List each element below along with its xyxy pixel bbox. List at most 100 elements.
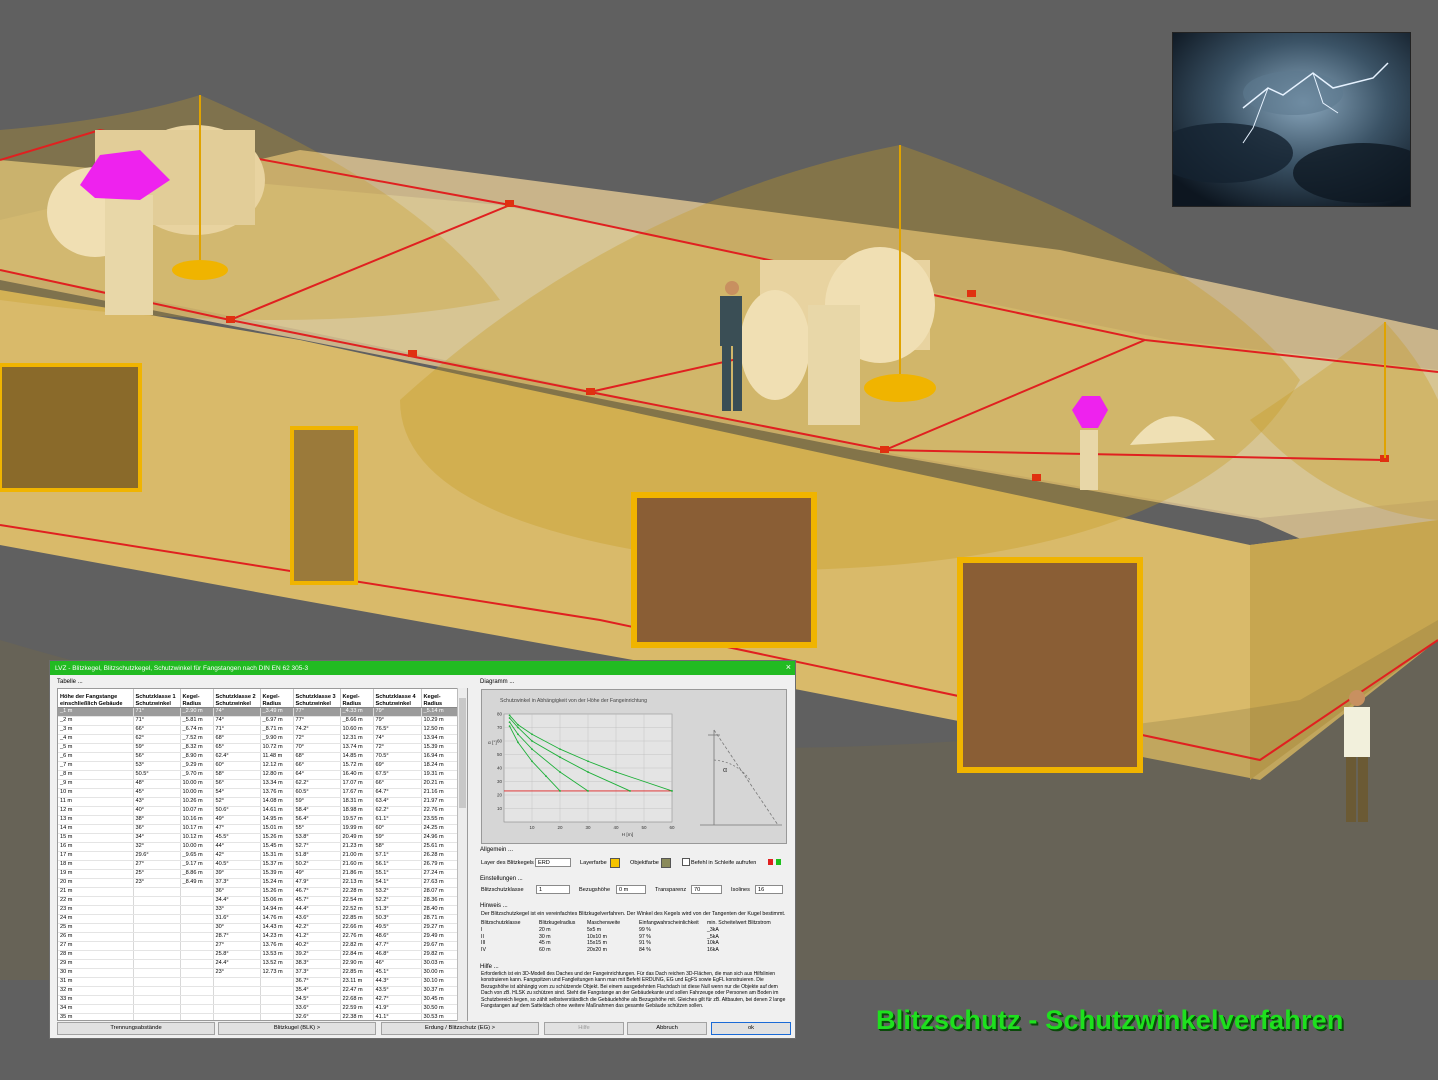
table-cell: 12.31 m: [340, 734, 374, 744]
table-cell: 26 m: [58, 932, 134, 942]
layer-color-swatch[interactable]: [610, 858, 620, 868]
table-cell: 15.72 m: [340, 761, 374, 771]
table-cell: 14 m: [58, 824, 134, 834]
erdung-button[interactable]: Erdung / Blitzschutz (EG) >: [381, 1022, 539, 1035]
table-cell: 51.8°: [293, 851, 341, 861]
table-cell: 24.25 m: [421, 824, 458, 834]
table-cell: 45.7°: [293, 896, 341, 906]
scrollbar-thumb[interactable]: [459, 698, 466, 808]
blitzkugel-button[interactable]: Blitzkugel (BLK) >: [218, 1022, 376, 1035]
table-cell: 28.71 m: [421, 914, 458, 924]
table-cell: 46.7°: [293, 887, 341, 897]
layer-input[interactable]: ERD: [535, 858, 571, 867]
table-row[interactable]: 30 m 23° 12.73 m 37.3° 22.85 m 45.1° 30.00 m: [58, 968, 458, 978]
table-row[interactable]: 33 m 34.5° 22.68 m 42.7° 30.45 m: [58, 995, 458, 1005]
table-row[interactable]: _7 m 53° _9.29 m 60° 12.12 m 66° 15.72 m 69° 18.…: [58, 761, 458, 771]
column-header: Kegel-Radius: [260, 689, 294, 708]
table-cell: 14.23 m: [260, 932, 294, 942]
table-row[interactable]: 17 m 29.6° _9.65 m 42° 15.31 m 51.8° 21.00 m 57…: [58, 851, 458, 861]
transparenz-input[interactable]: 70: [691, 885, 722, 894]
trennungsabstaende-button[interactable]: Trennungsabstände: [57, 1022, 215, 1035]
table-cell: 41.1°: [373, 1013, 422, 1020]
table-cell: 24.96 m: [421, 833, 458, 843]
table-row[interactable]: 18 m 27° _9.17 m 40.5° 15.37 m 50.2° 21.60 m 56…: [58, 860, 458, 870]
table-row[interactable]: _9 m 48° 10.00 m 56° 13.34 m 62.2° 17.07 m 66° 2…: [58, 779, 458, 789]
table-cell: [260, 1013, 294, 1020]
table-row[interactable]: 24 m 31.6° 14.76 m 43.6° 22.85 m 50.3° 28.71 m: [58, 914, 458, 924]
loop-checkbox[interactable]: [682, 858, 690, 866]
table-cell: 31.6°: [213, 914, 261, 924]
table-cell: 42°: [213, 851, 261, 861]
table-row[interactable]: 13 m 38° 10.16 m 49° 14.95 m 56.4° 19.57 m 61.1…: [58, 815, 458, 825]
close-icon[interactable]: ×: [786, 662, 791, 672]
table-row[interactable]: _3 m 66° _6.74 m 71° _8.71 m 74.2° 10.60 m 76.5…: [58, 725, 458, 735]
angle-table[interactable]: Höhe der Fangstange einschließlich Gebäu…: [57, 688, 468, 1021]
table-scrollbar[interactable]: [457, 688, 467, 1021]
table-cell: 60°: [373, 824, 422, 834]
table-row[interactable]: _1 m 71° _2.90 m 74° _3.49 m 77° _4.33 m 79° _5.…: [58, 707, 458, 717]
bezugshoehe-input[interactable]: 0 m: [616, 885, 646, 894]
table-row[interactable]: 25 m 30° 14.43 m 42.2° 22.66 m 49.5° 29.27 m: [58, 923, 458, 933]
table-row[interactable]: 26 m 28.7° 14.23 m 41.2° 22.76 m 48.6° 29.49 m: [58, 932, 458, 942]
table-row[interactable]: 34 m 33.6° 22.59 m 41.9° 30.50 m: [58, 1004, 458, 1014]
table-cell: 30.10 m: [421, 977, 458, 987]
table-row[interactable]: 22 m 34.4° 15.06 m 45.7° 22.54 m 52.2° 28.36 m: [58, 896, 458, 906]
table-row[interactable]: 15 m 34° 10.12 m 45.5° 15.26 m 53.8° 20.49 m 59…: [58, 833, 458, 843]
table-cell: _3.49 m: [260, 707, 294, 717]
table-cell: 28 m: [58, 950, 134, 960]
table-row[interactable]: 19 m 25° _8.86 m 39° 15.39 m 49° 21.86 m 55.1° 2…: [58, 869, 458, 879]
table-cell: [260, 977, 294, 987]
table-row[interactable]: 29 m 24.4° 13.52 m 38.3° 22.90 m 46° 30.03 m: [58, 959, 458, 969]
blitzschutzklasse-input[interactable]: 1: [536, 885, 570, 894]
table-row[interactable]: _4 m 62° _7.52 m 68° _9.90 m 72° 12.31 m 74° 13.…: [58, 734, 458, 744]
table-row[interactable]: _8 m 50.5° _9.70 m 58° 12.80 m 64° 16.40 m 67.5…: [58, 770, 458, 780]
table-cell: 14.43 m: [260, 923, 294, 933]
table-cell: 50.6°: [213, 806, 261, 816]
table-cell: _8.86 m: [180, 869, 214, 879]
table-row[interactable]: 16 m 32° 10.00 m 44° 15.45 m 52.7° 21.23 m 58° 2…: [58, 842, 458, 852]
table-cell: 15.39 m: [260, 869, 294, 879]
table-row[interactable]: 35 m 32.6° 22.38 m 41.1° 30.53 m: [58, 1013, 458, 1020]
table-cell: [133, 941, 181, 951]
table-row[interactable]: 11 m 43° 10.26 m 52° 14.08 m 59° 18.31 m 63.4° 2…: [58, 797, 458, 807]
table-row[interactable]: 14 m 36° 10.17 m 47° 15.01 m 55° 19.99 m 60° 24.…: [58, 824, 458, 834]
ok-button[interactable]: ok: [711, 1022, 791, 1035]
hilfe-button[interactable]: Hilfe: [544, 1022, 624, 1035]
table-cell: 11.48 m: [260, 752, 294, 762]
table-row[interactable]: 32 m 35.4° 22.47 m 43.5° 30.37 m: [58, 986, 458, 996]
table-cell: 28.36 m: [421, 896, 458, 906]
table-cell: 27.63 m: [421, 878, 458, 888]
table-row[interactable]: 12 m 40° 10.07 m 50.6° 14.61 m 58.4° 18.98 m 62…: [58, 806, 458, 816]
table-cell: 27°: [213, 941, 261, 951]
table-cell: 15 m: [58, 833, 134, 843]
table-cell: 33 m: [58, 995, 134, 1005]
table-row[interactable]: 23 m 33° 14.94 m 44.4° 22.52 m 51.3° 28.40 m: [58, 905, 458, 915]
table-cell: 67.5°: [373, 770, 422, 780]
table-row[interactable]: _2 m 71° _5.81 m 74° _6.97 m 77° _8.66 m 79° 10.…: [58, 716, 458, 726]
table-cell: _6.97 m: [260, 716, 294, 726]
table-cell: 30.00 m: [421, 968, 458, 978]
table-cell: _2.90 m: [180, 707, 214, 717]
table-row[interactable]: _6 m 56° _8.90 m 62.4° 11.48 m 68° 14.85 m 70.5…: [58, 752, 458, 762]
einstellungen-group-label: Einstellungen ...: [480, 876, 523, 882]
table-row[interactable]: 21 m 36° 15.26 m 46.7° 22.28 m 53.2° 28.07 m: [58, 887, 458, 897]
red-color-icon[interactable]: [768, 859, 773, 865]
abbruch-button[interactable]: Abbruch: [627, 1022, 707, 1035]
class-table-cell: IV: [481, 946, 486, 953]
table-row[interactable]: 20 m 23° _8.49 m 37.3° 15.24 m 47.9° 22.13 m 54…: [58, 878, 458, 888]
table-row[interactable]: 28 m 25.8° 13.53 m 39.2° 22.84 m 46.8° 29.82 m: [58, 950, 458, 960]
table-row[interactable]: 31 m 36.7° 23.11 m 44.3° 30.10 m: [58, 977, 458, 987]
y-tick-label: 70: [497, 725, 503, 730]
object-color-swatch[interactable]: [661, 858, 671, 868]
x-tick-label: 20: [557, 825, 563, 830]
blitzschutzklasse-label: Blitzschutzklasse: [481, 887, 524, 893]
table-row[interactable]: 10 m 45° 10.00 m 54° 13.76 m 60.5° 17.67 m 64.7…: [58, 788, 458, 798]
table-cell: 22.38 m: [340, 1013, 374, 1020]
cone-sketch: [700, 729, 782, 826]
green-color-icon[interactable]: [776, 859, 781, 865]
table-row[interactable]: _5 m 59° _8.32 m 65° 10.72 m 70° 13.74 m 72° 15.…: [58, 743, 458, 753]
column-header: Höhe der Fangstange einschließlich Gebäu…: [58, 689, 134, 708]
layerfarbe-label: Layerfarbe: [580, 860, 607, 866]
isolines-input[interactable]: 16: [755, 885, 783, 894]
table-row[interactable]: 27 m 27° 13.76 m 40.2° 22.82 m 47.7° 29.67 m: [58, 941, 458, 951]
